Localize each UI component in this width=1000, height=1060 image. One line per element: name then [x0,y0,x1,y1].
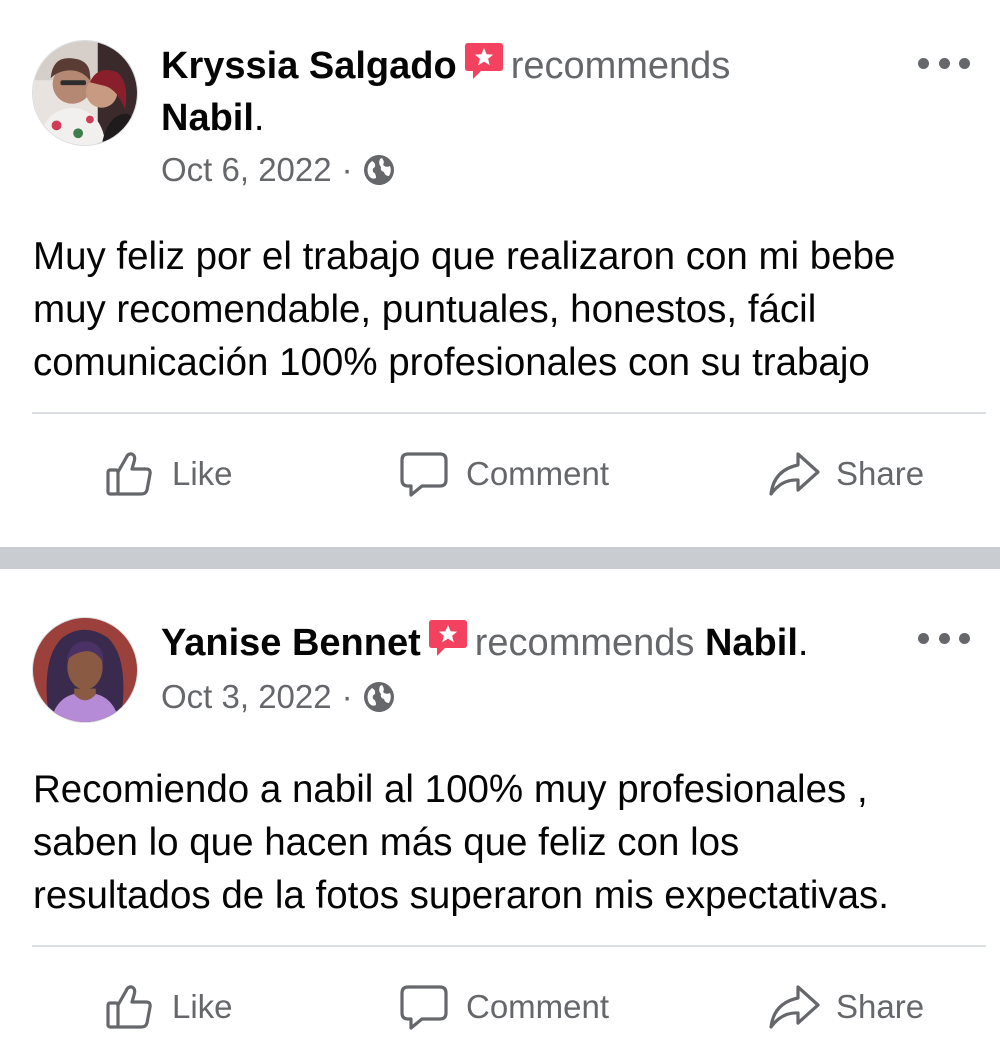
comment-button[interactable]: Comment [398,434,609,514]
avatar[interactable] [32,40,138,146]
like-label: Like [172,988,233,1025]
meta-separator: · [341,678,353,715]
comment-bubble-icon [398,448,450,500]
avatar-photo [33,41,137,145]
author-name[interactable]: Yanise Bennet [161,622,421,664]
header-period: . [253,97,265,139]
share-button[interactable]: Share [768,434,924,514]
comment-button[interactable]: Comment [398,967,609,1047]
share-arrow-icon [768,981,820,1033]
recommendation-post: Kryssia Salgado recommends Nabil. Oct 6, 2… [0,0,1000,547]
divider [32,412,986,414]
post-date[interactable]: Oct 3, 2022 [161,677,332,717]
post-meta: Oct 3, 2022 · [161,677,395,717]
recommendation-badge-icon [427,618,469,658]
share-label: Share [836,988,925,1025]
recommendation-post: Yanise Bennet recommends Nabil. Oct 3, 20… [0,569,1000,1060]
globe-icon [363,681,395,713]
more-options-icon[interactable] [918,48,970,78]
divider [32,945,986,947]
recommends-label: recommends [510,45,731,87]
post-body: Muy feliz por el trabajo que realizaron … [33,235,896,384]
comment-label: Comment [466,455,610,492]
like-button[interactable]: Like [104,967,233,1047]
page-name[interactable]: Nabil [161,97,254,139]
more-options-icon[interactable] [918,623,970,653]
share-arrow-icon [768,448,820,500]
post-header: Kryssia Salgado recommends Nabil. [161,40,901,144]
comment-label: Comment [466,988,610,1025]
header-period: . [797,622,809,664]
thumbs-up-icon [104,981,156,1033]
avatar[interactable] [32,617,138,723]
post-date[interactable]: Oct 6, 2022 [161,150,332,190]
like-label: Like [172,455,233,492]
avatar-photo [33,618,137,722]
share-label: Share [836,455,925,492]
feed-separator [0,547,1000,569]
thumbs-up-icon [104,448,156,500]
post-header: Yanise Bennet recommends Nabil. [161,617,901,669]
author-name[interactable]: Kryssia Salgado [161,45,457,87]
post-actions: Like Comment Share [0,434,1000,514]
post-actions: Like Comment Share [0,967,1000,1047]
recommends-label: recommends [474,622,695,664]
share-button[interactable]: Share [768,967,924,1047]
post-body: Recomiendo a nabil al 100% muy profesion… [33,768,890,917]
recommendation-badge-icon [463,41,505,81]
like-button[interactable]: Like [104,434,233,514]
meta-separator: · [341,151,353,188]
page-name[interactable]: Nabil [705,622,798,664]
comment-bubble-icon [398,981,450,1033]
post-meta: Oct 6, 2022 · [161,150,395,190]
globe-icon [363,154,395,186]
